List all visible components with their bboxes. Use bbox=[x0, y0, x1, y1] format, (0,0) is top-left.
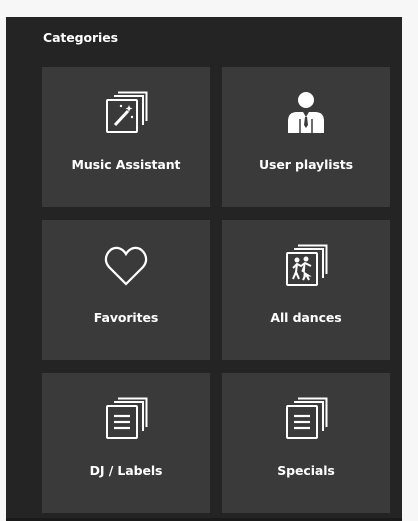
heart-icon bbox=[104, 244, 148, 288]
tile-label: Specials bbox=[277, 463, 335, 478]
document-list-icon bbox=[284, 397, 328, 441]
tile-dj-labels[interactable]: DJ / Labels bbox=[42, 373, 210, 513]
tile-label: User playlists bbox=[258, 157, 354, 172]
tile-all-dances[interactable]: All dances bbox=[222, 220, 390, 360]
person-icon bbox=[284, 91, 328, 135]
categories-panel: Categories Music Assistant User playlist… bbox=[6, 17, 402, 521]
tile-user-playlists[interactable]: User playlists bbox=[222, 67, 390, 207]
tile-specials[interactable]: Specials bbox=[222, 373, 390, 513]
categories-header: Categories bbox=[43, 30, 118, 45]
tile-label: DJ / Labels bbox=[89, 463, 163, 478]
magic-wand-card-icon bbox=[104, 91, 148, 135]
dancers-card-icon bbox=[284, 244, 328, 288]
tile-label: Music Assistant bbox=[71, 157, 181, 172]
tile-label: All dances bbox=[270, 310, 342, 325]
tile-label: Favorites bbox=[93, 310, 159, 325]
tile-favorites[interactable]: Favorites bbox=[42, 220, 210, 360]
tile-music-assistant[interactable]: Music Assistant bbox=[42, 67, 210, 207]
document-list-icon bbox=[104, 397, 148, 441]
